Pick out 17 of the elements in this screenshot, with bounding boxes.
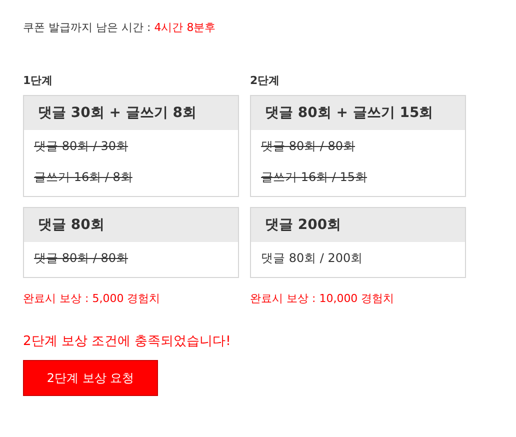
reward-text: 완료시 보상 : 10,000 경험치: [250, 291, 394, 306]
mission-progress: 댓글 80회 / 30회: [34, 138, 128, 155]
status-message: 2단계 보상 조건에 충족되었습니다!: [23, 333, 231, 350]
mission-progress: 글쓰기 16회 / 8회: [34, 169, 132, 186]
mission-progress: 댓글 80회 / 80회: [261, 138, 356, 155]
mission-progress: 댓글 80회 / 80회: [34, 250, 128, 267]
reward-request-button[interactable]: 2단계 보상 요청: [23, 360, 158, 396]
mission-progress: 글쓰기 16회 / 15회: [261, 169, 368, 186]
mission-heading: 댓글 200회: [251, 208, 465, 242]
reward-text: 완료시 보상 : 5,000 경험치: [23, 291, 160, 306]
mission-heading: 댓글 80회: [24, 208, 238, 242]
stage-title: 1단계: [23, 73, 53, 88]
mission-progress: 댓글 80회 / 200회: [261, 250, 363, 267]
coupon-timer-text: 쿠폰 발급까지 남은 시간 : 4시간 8분후: [23, 20, 216, 35]
mission-heading: 댓글 80회 + 글쓰기 15회: [251, 96, 465, 130]
mission-heading: 댓글 30회 + 글쓰기 8회: [24, 96, 238, 130]
stage-title: 2단계: [250, 73, 280, 88]
